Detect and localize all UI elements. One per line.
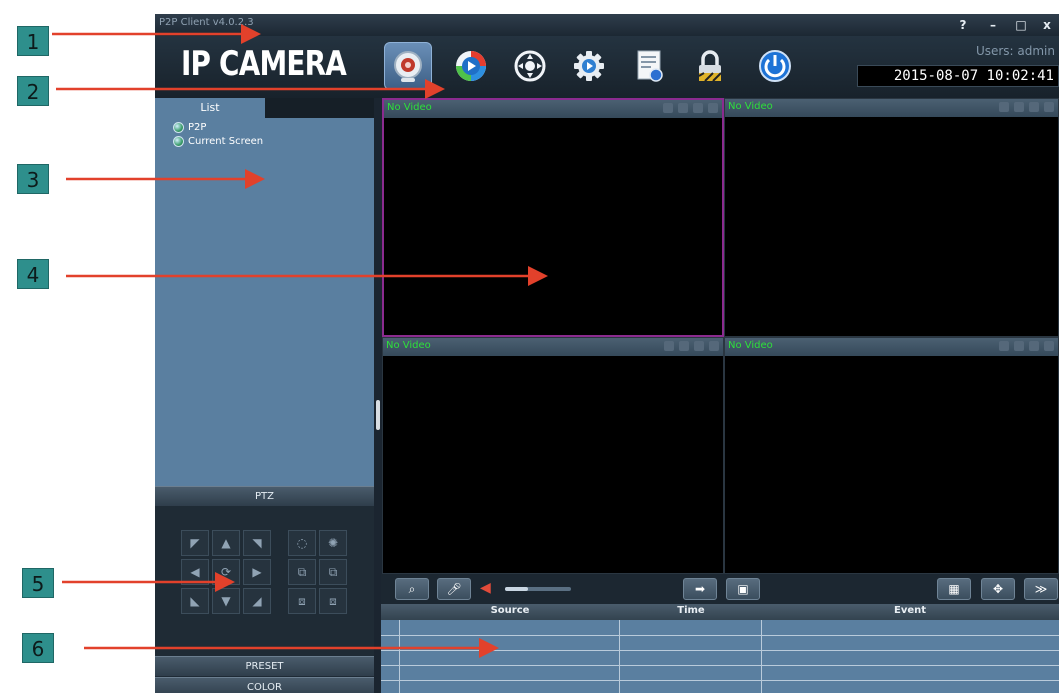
- screenshot-stage: P2P Client v4.0.2.3 ? – □ x IP CAMERA Us…: [0, 0, 1059, 693]
- annotation-arrows: [52, 24, 548, 658]
